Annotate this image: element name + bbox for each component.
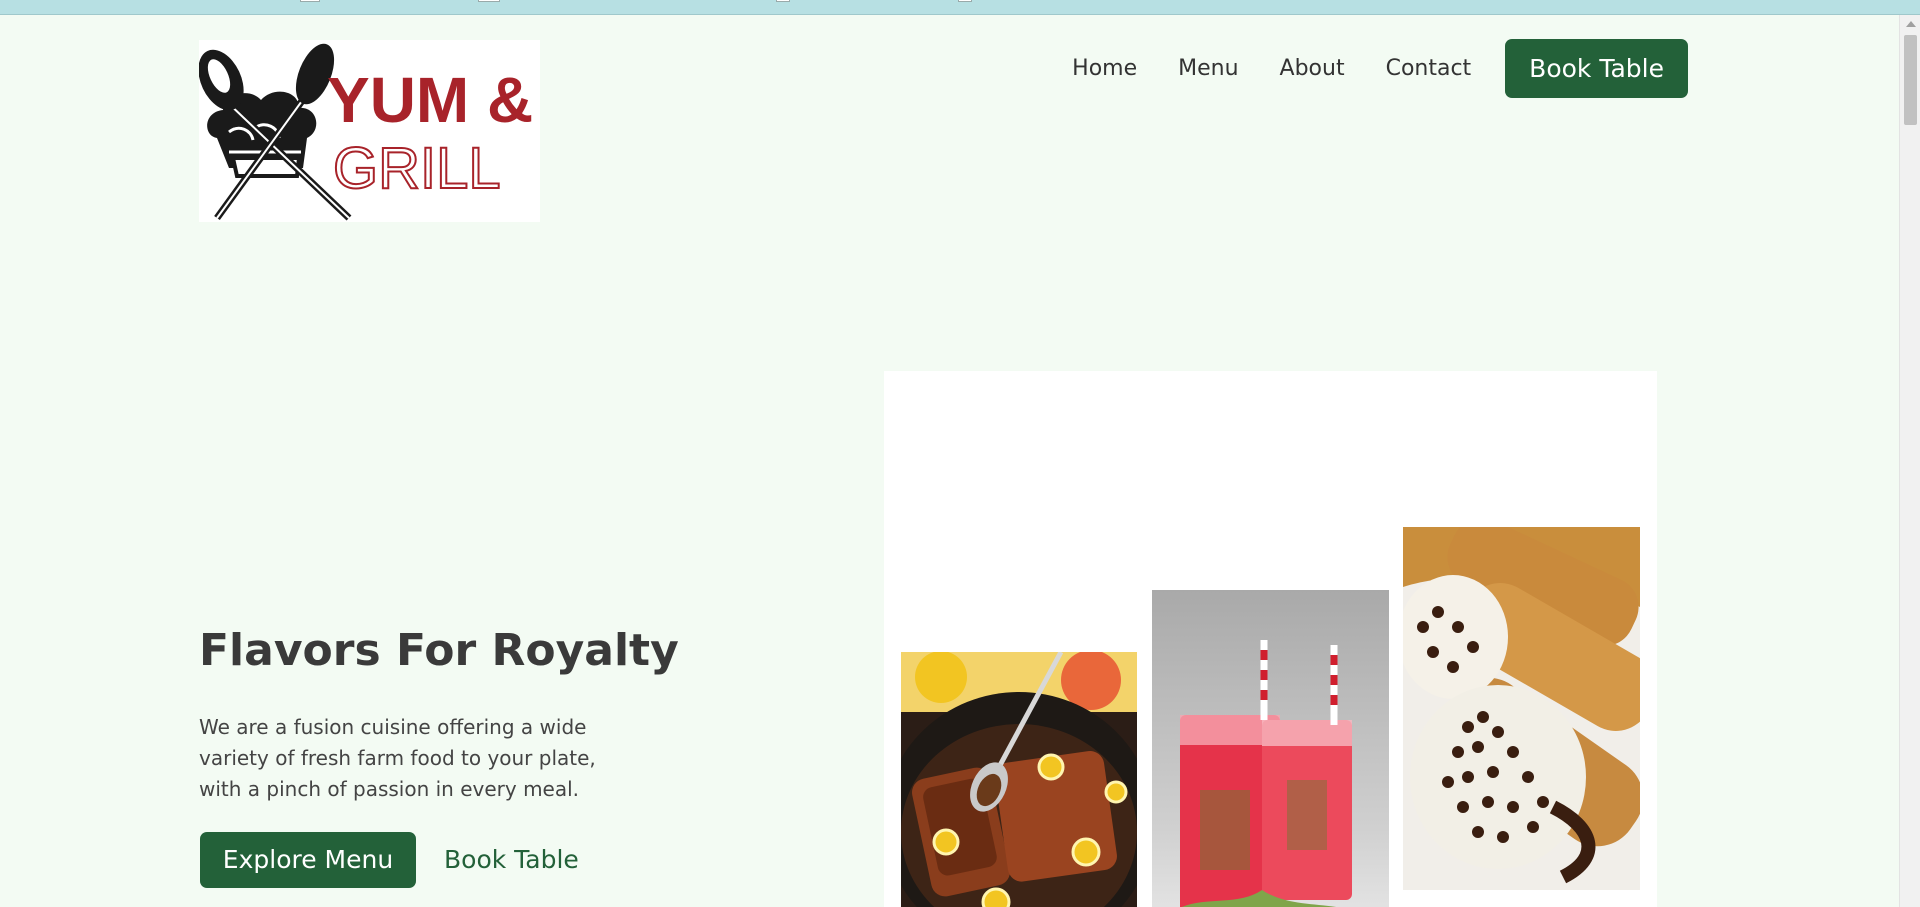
hero-title: Flavors For Royalty [199,625,679,676]
page-scrollbar[interactable] [1899,15,1920,907]
gallery-image-cannoli [1403,527,1640,890]
top-strip [0,0,1920,15]
nav-contact[interactable]: Contact [1386,56,1472,81]
site-logo[interactable]: YUM & GRILL [199,40,540,222]
scroll-up-arrow-icon[interactable] [1906,21,1916,27]
gallery-image-salmon [901,652,1137,907]
book-table-link[interactable]: Book Table [444,832,579,888]
nav-home[interactable]: Home [1072,56,1137,81]
logo-line-1: YUM & [327,64,533,136]
gallery-image-drinks [1152,590,1389,907]
page: YUM & GRILL Home Menu About Contact Book… [0,15,1899,907]
logo-line-2: GRILL [333,136,501,201]
crossed-spoons-chef-hat-icon: YUM & GRILL [199,43,533,221]
scroll-thumb[interactable] [1904,35,1917,125]
book-table-button[interactable]: Book Table [1505,39,1688,98]
main-nav: Home Menu About Contact Book Table [1031,39,1688,98]
explore-menu-button[interactable]: Explore Menu [200,832,416,888]
hero-gallery [884,371,1657,907]
nav-menu[interactable]: Menu [1178,56,1238,81]
hero-description: We are a fusion cuisine offering a wide … [199,715,596,801]
nav-about[interactable]: About [1280,56,1345,81]
